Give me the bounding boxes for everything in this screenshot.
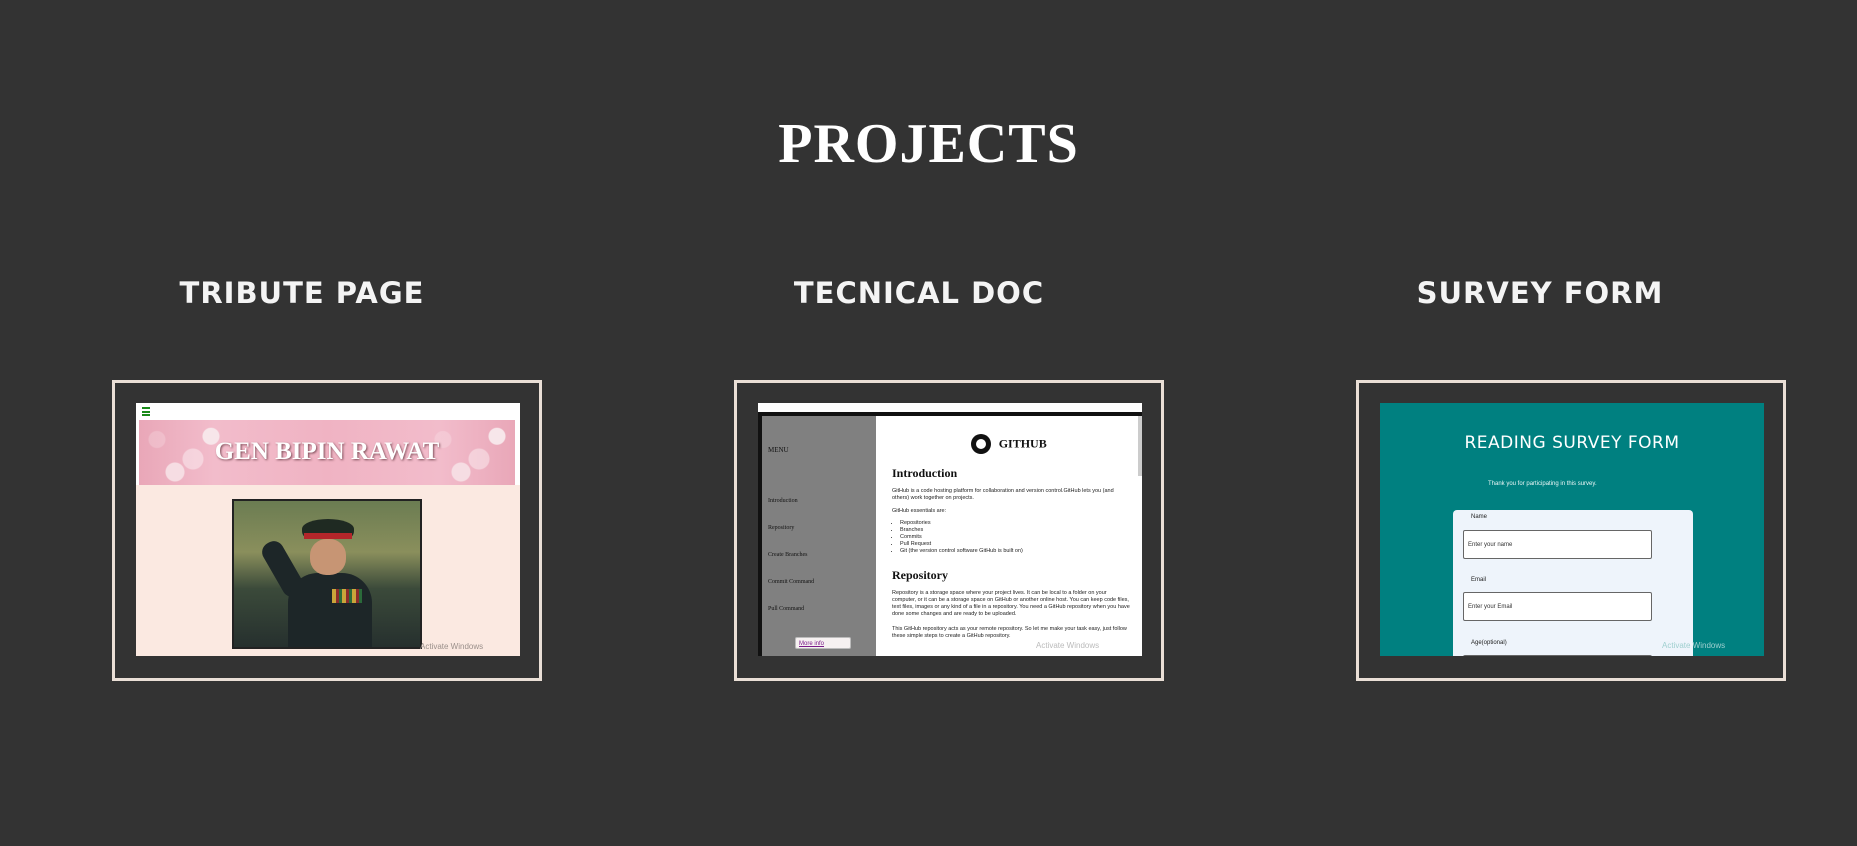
technical-doc-screenshot: MENU Introduction Repository Create Bran…	[758, 403, 1142, 656]
sidebar-item-repository: Repository	[768, 525, 795, 531]
sidebar-item-introduction: Introduction	[768, 498, 798, 504]
tribute-banner: GEN BIPIN RAWAT	[139, 420, 515, 485]
watermark-text: Activate Windows	[1036, 641, 1100, 650]
intro-heading: Introduction	[892, 466, 958, 480]
name-label: Name	[1471, 514, 1488, 520]
repository-steps-paragraph: This GitHub repository acts as your remo…	[892, 626, 1127, 639]
project-title: SURVEY FORM	[1416, 276, 1664, 310]
name-input: Enter your name	[1463, 530, 1652, 559]
github-icon	[971, 434, 992, 454]
list-item: Repositories	[900, 520, 1023, 527]
project-title: TECNICAL DOC	[793, 276, 1045, 310]
doc-logo-text: GITHUB	[998, 436, 1047, 451]
project-preview-link[interactable]: MENU Introduction Repository Create Bran…	[734, 380, 1164, 681]
project-preview-link[interactable]: READING SURVEY FORM Thank you for partic…	[1356, 380, 1786, 681]
list-item: Branches	[900, 527, 1023, 534]
list-item: Commits	[900, 534, 1023, 541]
sidebar-menu-title: MENU	[768, 446, 789, 454]
project-title: TRIBUTE PAGE	[179, 276, 425, 310]
page-title: PROJECTS	[778, 113, 1079, 175]
repository-paragraph: Repository is a storage space where your…	[892, 590, 1130, 617]
banner-heading: GEN BIPIN RAWAT	[214, 438, 440, 465]
intro-paragraph: GitHub is a code hosting platform for co…	[892, 488, 1114, 501]
watermark-text: Activate Windows	[420, 642, 484, 651]
age-label: Age(optional)	[1471, 640, 1507, 646]
essentials-intro: GitHub essentials are:	[892, 508, 947, 514]
age-input	[1463, 655, 1652, 656]
doc-main-content: GITHUB Introduction GitHub is a code hos…	[876, 416, 1142, 656]
watermark-text: Activate Windows	[1662, 641, 1726, 650]
list-item: Git (the version control software GitHub…	[900, 548, 1023, 555]
survey-form-card: Name Enter your name Email Enter your Em…	[1453, 510, 1693, 656]
list-item: Pull Request	[900, 541, 1023, 548]
email-input: Enter your Email	[1463, 592, 1652, 621]
doc-sidebar: MENU Introduction Repository Create Bran…	[758, 416, 876, 656]
essentials-list: Repositories Branches Commits Pull Reque…	[892, 520, 1023, 555]
email-label: Email	[1471, 577, 1487, 583]
project-preview-link[interactable]: GEN BIPIN RAWAT Activate Windows	[112, 380, 542, 681]
more-info-button: More info	[795, 637, 851, 649]
hamburger-menu-icon	[142, 407, 150, 416]
survey-form-screenshot: READING SURVEY FORM Thank you for partic…	[1380, 403, 1764, 656]
repository-heading: Repository	[892, 568, 948, 582]
tribute-page-screenshot: GEN BIPIN RAWAT Activate Windows	[136, 403, 520, 656]
general-portrait-image	[232, 499, 422, 649]
sidebar-item-create-branches: Create Branches	[768, 552, 808, 558]
survey-subtitle: Thank you for participating in this surv…	[1488, 481, 1597, 487]
sidebar-item-commit-command: Commit Command	[768, 579, 815, 585]
survey-form-title: READING SURVEY FORM	[1464, 433, 1680, 453]
sidebar-item-pull-command: Pull Command	[768, 606, 805, 612]
